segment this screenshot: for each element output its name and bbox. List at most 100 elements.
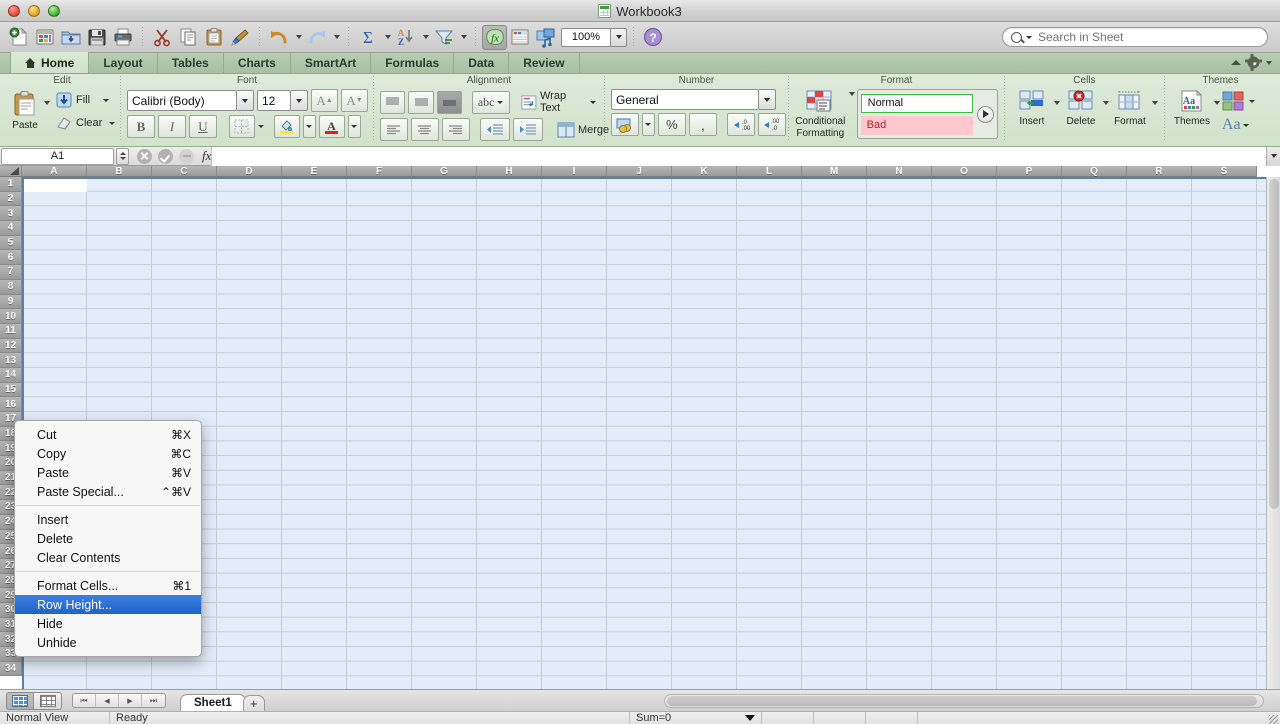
font-family-dropdown[interactable]: [236, 90, 254, 111]
currency-dropdown[interactable]: [641, 113, 655, 136]
row-header-2[interactable]: 2: [0, 191, 22, 207]
align-top-button[interactable]: [379, 90, 406, 114]
column-header-s[interactable]: S: [1192, 166, 1257, 177]
new-document-icon[interactable]: [6, 24, 32, 50]
select-all-corner[interactable]: [0, 166, 22, 177]
borders-button[interactable]: [228, 115, 255, 138]
zoom-stepper[interactable]: [610, 27, 627, 47]
horizontal-scrollbar[interactable]: [664, 693, 1264, 708]
tab-review[interactable]: Review: [509, 52, 580, 73]
column-header-r[interactable]: R: [1127, 166, 1192, 177]
column-header-m[interactable]: M: [802, 166, 867, 177]
number-format-value[interactable]: General: [610, 89, 759, 110]
row-header-8[interactable]: 8: [0, 279, 22, 295]
sort-dropdown-arrow[interactable]: [419, 24, 431, 50]
column-header-f[interactable]: F: [347, 166, 412, 177]
row-header-3[interactable]: 3: [0, 206, 22, 222]
delete-cells-button[interactable]: Delete: [1060, 87, 1102, 127]
paste-dropdown-arrow[interactable]: [43, 87, 50, 119]
context-menu-item-unhide[interactable]: Unhide: [15, 633, 201, 652]
window-resize-grip[interactable]: [1266, 712, 1280, 724]
cancel-circle-icon[interactable]: [137, 148, 152, 164]
tab-data[interactable]: Data: [454, 52, 510, 73]
redo-arrow-icon[interactable]: [304, 24, 330, 50]
theme-fonts-caret-icon[interactable]: [1242, 123, 1249, 127]
fill-caret-icon[interactable]: [103, 98, 110, 102]
context-menu-item-delete[interactable]: Delete: [15, 529, 201, 548]
open-folder-icon[interactable]: [58, 24, 84, 50]
align-middle-button[interactable]: [408, 90, 434, 114]
conditional-formatting-caret-icon[interactable]: [848, 87, 855, 117]
theme-fonts-button[interactable]: Aa: [1222, 116, 1255, 134]
template-gallery-icon[interactable]: [32, 24, 58, 50]
zoom-button[interactable]: [48, 4, 60, 17]
column-header-a[interactable]: A: [22, 166, 87, 177]
sheet-tab-sheet1[interactable]: Sheet1: [180, 693, 246, 712]
comma-button[interactable]: ,: [688, 113, 717, 136]
theme-colors-caret-icon[interactable]: [1248, 99, 1255, 103]
nav-prev-sheet[interactable]: ◀: [96, 694, 119, 707]
align-left-button[interactable]: [379, 118, 408, 141]
tab-layout[interactable]: Layout: [89, 52, 158, 73]
paste-button[interactable]: Paste: [10, 87, 40, 131]
column-header-d[interactable]: D: [217, 166, 282, 177]
gear-icon[interactable]: [1245, 54, 1262, 71]
tab-tables[interactable]: Tables: [158, 52, 224, 73]
row-header-1[interactable]: 1: [0, 177, 22, 192]
percent-button[interactable]: %: [657, 113, 686, 136]
context-menu-item-hide[interactable]: Hide: [15, 614, 201, 633]
context-menu-item-insert[interactable]: Insert: [15, 510, 201, 529]
name-box-stepper[interactable]: [116, 147, 129, 165]
check-circle-icon[interactable]: [158, 148, 173, 164]
fill-color-dropdown[interactable]: [302, 115, 316, 138]
row-header-15[interactable]: 15: [0, 382, 22, 398]
undo-dropdown-arrow[interactable]: [292, 24, 304, 50]
vertical-scroll-thumb[interactable]: [1269, 179, 1279, 509]
font-size-dropdown[interactable]: [290, 90, 308, 111]
cell-grid[interactable]: [22, 177, 1280, 689]
row-header-6[interactable]: 6: [0, 250, 22, 266]
increase-decimal-button[interactable]: .0 .00: [726, 113, 755, 136]
increase-indent-button[interactable]: [512, 118, 543, 141]
undo-arrow-icon[interactable]: [266, 24, 292, 50]
cell-styles-gallery[interactable]: Normal Bad: [856, 89, 998, 139]
column-header-b[interactable]: B: [87, 166, 152, 177]
page-layout-view-button[interactable]: [34, 691, 62, 710]
context-menu-item-paste[interactable]: Paste ⌘V: [15, 463, 201, 482]
add-sheet-button[interactable]: +: [242, 694, 265, 712]
bold-button[interactable]: B: [126, 115, 155, 138]
font-family-value[interactable]: Calibri (Body): [126, 90, 237, 111]
column-header-e[interactable]: E: [282, 166, 347, 177]
column-header-p[interactable]: P: [997, 166, 1062, 177]
column-header-i[interactable]: I: [542, 166, 607, 177]
number-format-dropdown[interactable]: [758, 89, 776, 110]
borders-caret-icon[interactable]: [257, 125, 264, 128]
tab-home[interactable]: Home: [10, 52, 90, 73]
sum-dropdown-caret-icon[interactable]: [745, 715, 755, 721]
fx-icon[interactable]: fx: [482, 24, 507, 50]
column-header-h[interactable]: H: [477, 166, 542, 177]
save-disk-icon[interactable]: [84, 24, 110, 50]
clear-button[interactable]: Clear: [53, 113, 117, 133]
themes-button[interactable]: Aa Themes: [1171, 87, 1213, 127]
decrease-decimal-button[interactable]: .00 .0: [757, 113, 786, 136]
row-header-5[interactable]: 5: [0, 235, 22, 251]
row-header-7[interactable]: 7: [0, 265, 22, 280]
currency-button[interactable]: [610, 113, 639, 136]
styles-more-button[interactable]: [976, 105, 994, 123]
column-header-j[interactable]: J: [607, 166, 672, 177]
shrink-font-button[interactable]: A ▼: [340, 89, 368, 112]
fill-button[interactable]: Fill: [53, 90, 117, 110]
format-caret-icon[interactable]: [1151, 87, 1158, 119]
context-menu-item-paste-special[interactable]: Paste Special... ⌃⌘V: [15, 482, 201, 501]
row-header-9[interactable]: 9: [0, 294, 22, 310]
formula-input[interactable]: [211, 146, 1266, 166]
column-header-l[interactable]: L: [737, 166, 802, 177]
horizontal-scroll-thumb[interactable]: [667, 695, 1257, 706]
active-cell-a1[interactable]: [23, 178, 87, 192]
italic-button[interactable]: I: [157, 115, 186, 138]
ribbon-options-caret-icon[interactable]: [1266, 60, 1272, 65]
toolbox-icon[interactable]: [507, 24, 533, 50]
normal-view-button[interactable]: [6, 691, 34, 710]
column-header-n[interactable]: N: [867, 166, 932, 177]
